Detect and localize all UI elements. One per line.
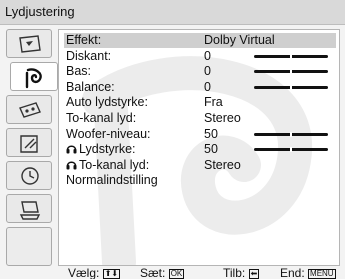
sidebar-item-picture[interactable] (6, 29, 52, 58)
setting-row[interactable]: To-kanal lyd: Stereo (64, 111, 336, 126)
sound-settings-icon (25, 68, 42, 89)
up-down-keys-icon: ⬆⬇ (102, 269, 121, 279)
settings-panel: Effekt: Dolby Virtual Diskant: 0 Bas: 0 Balanc… (58, 29, 340, 266)
setting-value: 50 (204, 142, 218, 157)
footer-set-label: Sæt: (140, 266, 166, 279)
category-sidebar (6, 29, 58, 266)
setting-value: Dolby Virtual (204, 33, 275, 47)
setting-value: 0 (204, 48, 211, 63)
sidebar-empty-slot (6, 227, 52, 266)
slider-knob[interactable] (290, 84, 292, 90)
setting-label-text: To-kanal lyd: (79, 157, 150, 172)
setting-label-text: Auto lydstyrke: (66, 95, 148, 110)
left-key-icon: ⬅ (248, 269, 260, 279)
sidebar-item-pc[interactable] (6, 194, 52, 223)
setting-label: Effekt: (66, 33, 101, 47)
sidebar-item-setup[interactable] (6, 128, 52, 157)
title-bar: Lydjustering (0, 0, 345, 25)
setting-value: 50 (204, 126, 218, 141)
setting-value: Stereo (204, 157, 241, 172)
setting-value: Stereo (204, 111, 241, 125)
setting-row[interactable]: Balance: 0 (64, 80, 336, 95)
page-title: Lydjustering (5, 4, 75, 19)
footer-select-label: Vælg: (68, 266, 100, 279)
setting-label-text: Normalindstilling (66, 173, 158, 188)
setting-row[interactable]: Effekt: Dolby Virtual (64, 33, 336, 48)
setting-row[interactable]: To-kanal lyd: Stereo (64, 158, 336, 173)
pc-settings-icon (19, 201, 41, 220)
footer-back-label: Tilb: (223, 266, 246, 279)
setting-label-text: Effekt: (66, 33, 102, 47)
level-slider[interactable] (254, 84, 328, 90)
footer-end-label: End: (280, 266, 305, 279)
footer-help: Vælg: ⬆⬇ Sæt: OK Tilb: ⬅ End: MENU (0, 266, 345, 279)
setting-row[interactable]: Auto lydstyrke: Fra (64, 95, 336, 110)
menu-key-icon: MENU (308, 269, 336, 279)
setting-label: Woofer-niveau: (66, 127, 151, 141)
ok-key-icon: OK (168, 269, 185, 279)
setting-label-text: Balance: (66, 79, 115, 94)
level-slider[interactable] (254, 53, 328, 59)
setting-label: To-kanal lyd: (66, 158, 149, 172)
setting-row[interactable]: Woofer-niveau: 50 (64, 127, 336, 142)
slider-knob[interactable] (290, 69, 292, 75)
setup-icon (20, 135, 38, 153)
setting-value: Fra (204, 95, 223, 110)
picture-settings-icon (19, 35, 41, 53)
slider-knob[interactable] (290, 147, 292, 153)
sound-settings-screen: Lydjustering Effekt: Dolby Virtual Diska… (0, 0, 345, 279)
setting-label: Diskant: (66, 49, 111, 63)
headphone-icon (66, 145, 77, 154)
setting-label-text: Diskant: (66, 48, 112, 63)
setting-label: Lydstyrke: (66, 142, 136, 156)
setting-value: 0 (204, 64, 211, 79)
setting-label-text: To-kanal lyd: (66, 111, 137, 125)
slider-knob[interactable] (290, 131, 292, 137)
sidebar-item-features[interactable] (6, 95, 52, 124)
timer-icon (21, 167, 39, 185)
sidebar-item-sound[interactable] (10, 62, 58, 91)
setting-row[interactable]: Bas: 0 (64, 64, 336, 79)
setting-row[interactable]: Lydstyrke: 50 (64, 142, 336, 157)
features-icon (19, 102, 41, 118)
setting-label: Auto lydstyrke: (66, 95, 148, 109)
slider-knob[interactable] (290, 53, 292, 59)
setting-label-text: Bas: (66, 64, 92, 79)
setting-label-text: Woofer-niveau: (66, 126, 151, 141)
setting-label: To-kanal lyd: (66, 111, 136, 125)
setting-row[interactable]: Normalindstilling (64, 173, 336, 188)
setting-value: 0 (204, 79, 211, 94)
level-slider[interactable] (254, 69, 328, 75)
setting-label: Balance: (66, 80, 115, 94)
setting-label-text: Lydstyrke: (79, 142, 136, 157)
setting-row[interactable]: Diskant: 0 (64, 49, 336, 64)
level-slider[interactable] (254, 147, 328, 153)
level-slider[interactable] (254, 131, 328, 137)
setting-label: Normalindstilling (66, 173, 158, 187)
setting-label: Bas: (66, 64, 91, 78)
headphone-icon (66, 161, 77, 170)
sidebar-item-timer[interactable] (6, 161, 52, 190)
